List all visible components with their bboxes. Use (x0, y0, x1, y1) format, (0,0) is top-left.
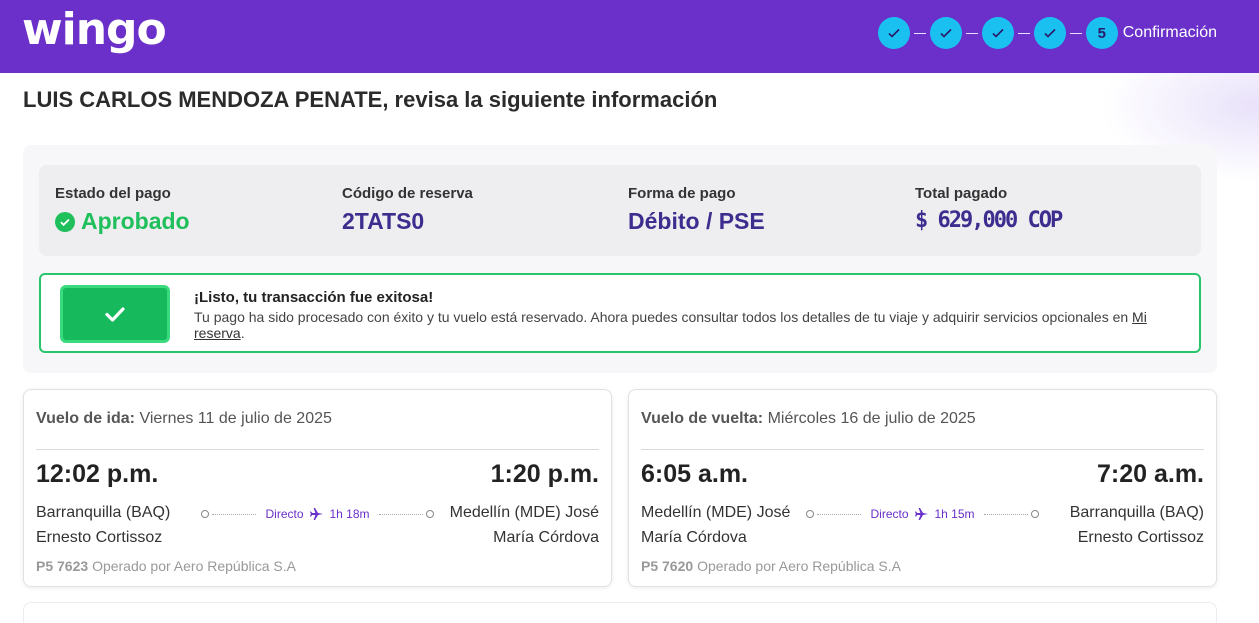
flight-direction-label: Vuelo de ida: (36, 410, 135, 427)
check-icon (992, 28, 1004, 38)
next-section-card (23, 602, 1217, 623)
success-message-end: . (240, 325, 245, 341)
payment-status: Estado del pago Aprobado (55, 185, 190, 235)
step-separator (1069, 32, 1082, 34)
payment-method: Forma de pago Débito / PSE (628, 185, 765, 235)
payment-summary: Estado del pago Aprobado Código de reser… (39, 165, 1201, 256)
arrival-time: 7:20 a.m. (1096, 460, 1204, 488)
airplane-icon (914, 508, 928, 520)
operator-text: Operado por Aero República S.A (697, 558, 901, 574)
success-message: Tu pago ha sido procesado con éxito y tu… (194, 309, 1133, 325)
reservation-code-value: 2TATS0 (342, 208, 425, 234)
operator-text: Operado por Aero República S.A (92, 558, 296, 574)
origin-city: Barranquilla (BAQ) Ernesto Cortissoz (36, 504, 171, 546)
flight-type: Directo (870, 507, 909, 521)
success-banner: ¡Listo, tu transacción fue exitosa! Tu p… (39, 273, 1201, 353)
success-badge (60, 285, 170, 343)
flight-duration: 1h 15m (934, 507, 975, 521)
step-4 (1033, 17, 1066, 49)
payment-status-value: Aprobado (55, 208, 190, 235)
step-separator (965, 32, 978, 34)
total-paid-value: $ 629,000 COP (915, 208, 1063, 233)
flight-duration: 1h 18m (329, 507, 370, 521)
divider (641, 449, 1204, 450)
outbound-flight-card: Vuelo de ida: Viernes 11 de julio de 202… (23, 389, 612, 587)
check-icon (105, 307, 125, 322)
check-icon (888, 28, 900, 38)
check-icon (1044, 28, 1056, 38)
route-dots (378, 513, 424, 515)
step-3 (981, 17, 1014, 49)
flight-operator: P5 7620 Operado por Aero República S.A (641, 558, 901, 574)
flight-header: Vuelo de vuelta: Miércoles 16 de julio d… (641, 410, 976, 428)
check-circle-icon (55, 211, 75, 232)
total-paid-label: Total pagado (915, 185, 1008, 202)
destination-city: Barranquilla (BAQ) Ernesto Cortissoz (1069, 504, 1204, 546)
reservation-code-label: Código de reserva (342, 185, 473, 202)
reservation-code: Código de reserva 2TATS0 (342, 185, 473, 235)
payment-status-text: Aprobado (81, 208, 190, 234)
origin-city: Medellín (MDE) José María Córdova (641, 504, 791, 546)
payment-status-label: Estado del pago (55, 185, 171, 202)
success-text: Tu pago ha sido procesado con éxito y tu… (194, 309, 1184, 341)
arrival-time: 1:20 p.m. (490, 460, 599, 488)
flight-date: Miércoles 16 de julio de 2025 (767, 410, 976, 427)
payment-summary-panel: Estado del pago Aprobado Código de reser… (23, 145, 1217, 373)
flight-operator: P5 7623 Operado por Aero República S.A (36, 558, 296, 574)
wingo-logo[interactable]: wingo (22, 6, 167, 54)
step-2 (929, 17, 962, 49)
header: wingo 5 Confirmación (0, 0, 1259, 73)
flight-number: P5 7620 (641, 558, 694, 574)
step-separator (913, 32, 926, 34)
divider (36, 449, 599, 450)
current-step-label: Confirmación (1122, 24, 1217, 41)
route-dots (983, 513, 1029, 515)
step-1 (877, 17, 910, 49)
flight-header: Vuelo de ida: Viernes 11 de julio de 202… (36, 410, 332, 428)
payment-method-value: Débito / PSE (628, 208, 765, 234)
destination-city: Medellín (MDE) José María Córdova (449, 504, 599, 546)
total-paid: Total pagado $ 629,000 COP (915, 185, 1063, 233)
origin-dot (201, 510, 209, 518)
page-title: LUIS CARLOS MENDOZA PENATE, revisa la si… (23, 87, 718, 112)
return-flight-card: Vuelo de vuelta: Miércoles 16 de julio d… (628, 389, 1217, 587)
route-line: Directo 1h 18m (201, 504, 435, 524)
departure-time: 6:05 a.m. (641, 460, 749, 488)
flight-direction-label: Vuelo de vuelta: (641, 410, 764, 427)
flight-date: Viernes 11 de julio de 2025 (139, 410, 332, 427)
flight-number: P5 7623 (36, 558, 89, 574)
progress-stepper: 5 Confirmación (877, 17, 1217, 49)
flight-type: Directo (265, 507, 304, 521)
departure-time: 12:02 p.m. (36, 460, 159, 488)
step-separator (1017, 32, 1030, 34)
payment-method-label: Forma de pago (628, 185, 736, 202)
step-5: 5 (1085, 17, 1118, 49)
route-dots (817, 513, 862, 515)
route-dots (212, 513, 257, 515)
airplane-icon (309, 508, 323, 520)
check-icon (940, 28, 952, 38)
route-line: Directo 1h 15m (806, 504, 1040, 524)
success-title: ¡Listo, tu transacción fue exitosa! (194, 289, 434, 306)
origin-dot (806, 510, 814, 518)
